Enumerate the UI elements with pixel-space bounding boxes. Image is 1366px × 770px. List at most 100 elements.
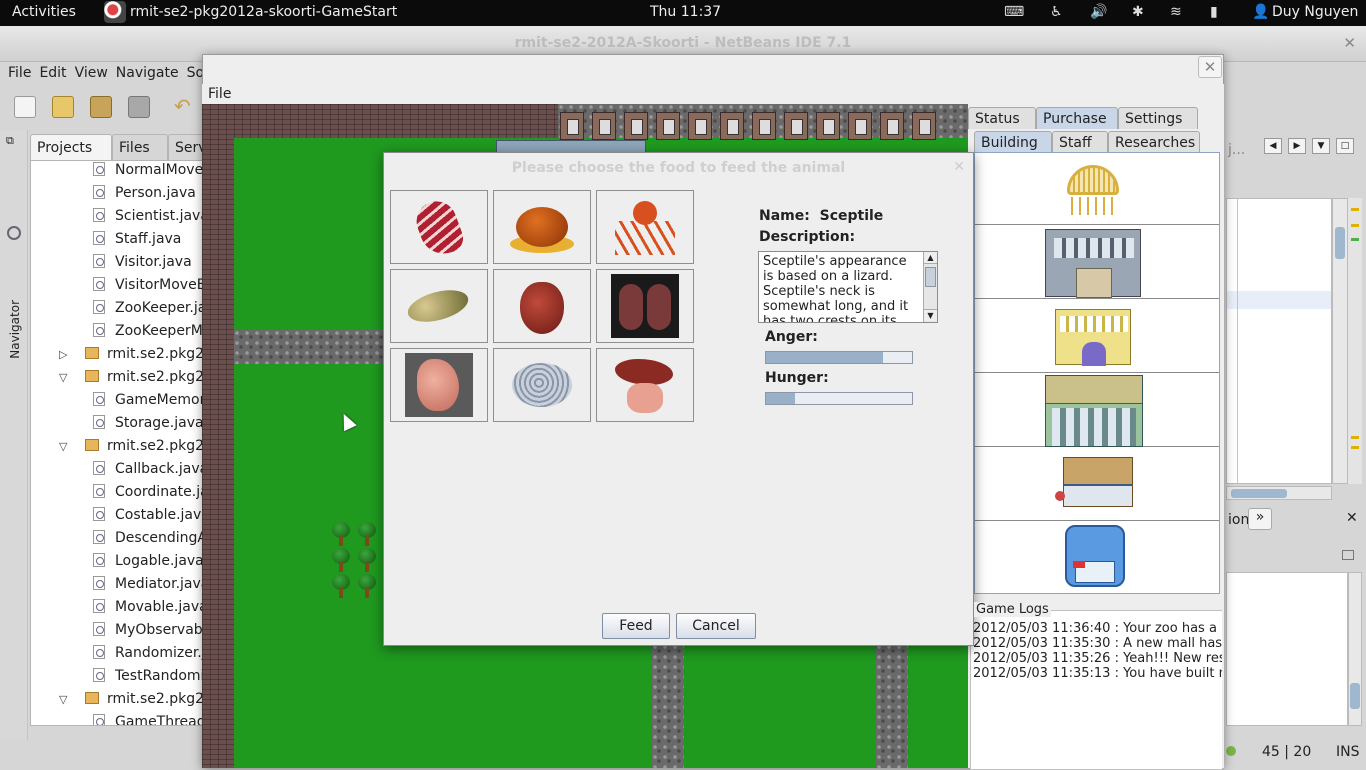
- output-scrollbar[interactable]: [1348, 572, 1362, 726]
- scroll-down-icon[interactable]: ▼: [924, 309, 937, 321]
- change-mark[interactable]: [1351, 238, 1359, 241]
- tree-item[interactable]: Logable.java: [93, 553, 204, 575]
- keyboard-icon[interactable]: ⌨: [1004, 4, 1024, 20]
- map-building[interactable]: [720, 112, 744, 140]
- subtab-researches[interactable]: Researches: [1108, 131, 1200, 153]
- tree-item[interactable]: MyObservabl: [93, 622, 205, 644]
- new-project-icon[interactable]: [52, 96, 74, 118]
- user-icon[interactable]: 👤: [1252, 4, 1269, 20]
- minimize-icon[interactable]: [1342, 550, 1354, 560]
- battery-icon[interactable]: ▮: [1210, 4, 1218, 20]
- tree-item[interactable]: Storage.java: [93, 415, 204, 437]
- editor-scrollbar[interactable]: [1332, 198, 1348, 484]
- warning-mark[interactable]: [1351, 446, 1359, 449]
- volume-icon[interactable]: 🔊: [1090, 4, 1107, 20]
- netbeans-close-icon[interactable]: ✕: [1343, 34, 1356, 52]
- subtab-building[interactable]: Building: [974, 131, 1052, 153]
- navigator-tab[interactable]: Navigator: [8, 300, 22, 359]
- tab-settings[interactable]: Settings: [1118, 107, 1198, 129]
- tree-item[interactable]: ▽ rmit.se2.pkg20: [59, 438, 205, 460]
- map-building[interactable]: [624, 112, 648, 140]
- editor-tab-fragment[interactable]: j...: [1228, 142, 1245, 158]
- scroll-up-icon[interactable]: ▲: [924, 252, 937, 264]
- tree-item[interactable]: DescendingA: [93, 530, 205, 552]
- tree-item[interactable]: NormalMoveB: [93, 162, 205, 184]
- map-building[interactable]: [592, 112, 616, 140]
- warning-mark[interactable]: [1351, 224, 1359, 227]
- food-meat[interactable]: [390, 190, 488, 264]
- building-item[interactable]: [975, 375, 1219, 447]
- status-icon[interactable]: [1226, 746, 1236, 756]
- tree-item[interactable]: Callback.java: [93, 461, 205, 483]
- tab-files[interactable]: Files: [112, 134, 168, 160]
- tree-item[interactable]: Staff.java: [93, 231, 181, 253]
- game-logs-box[interactable]: 2012/05/03 11:36:40 : Your zoo has a ne …: [970, 610, 1222, 770]
- warning-mark[interactable]: [1351, 208, 1359, 211]
- description-scrollbar[interactable]: ▲ ▼: [923, 252, 937, 322]
- menu-navigate[interactable]: Navigate: [112, 62, 183, 84]
- food-lungs[interactable]: [596, 269, 694, 343]
- accessibility-icon[interactable]: ♿: [1050, 4, 1063, 20]
- map-building[interactable]: [656, 112, 680, 140]
- more-tabs-button[interactable]: »: [1248, 508, 1272, 530]
- tree-item[interactable]: Coordinate.ja: [93, 484, 205, 506]
- tree-item[interactable]: ▽ rmit.se2.pkg20: [59, 369, 205, 391]
- restore-icon[interactable]: ⧉: [6, 134, 14, 148]
- tab-purchase[interactable]: Purchase: [1036, 107, 1118, 129]
- tree-item[interactable]: Scientist.java: [93, 208, 205, 230]
- game-menu-file[interactable]: File: [208, 86, 231, 102]
- map-building[interactable]: [816, 112, 840, 140]
- scroll-right-icon[interactable]: ▶: [1288, 138, 1306, 154]
- tree-item[interactable]: Mediator.java: [93, 576, 205, 598]
- output-close-icon[interactable]: ✕: [1346, 510, 1358, 526]
- feed-button[interactable]: Feed: [602, 613, 670, 639]
- cancel-button[interactable]: Cancel: [676, 613, 756, 639]
- tree-item[interactable]: ZooKeeper.ja: [93, 300, 205, 322]
- tree-item[interactable]: ZooKeeperM: [93, 323, 203, 345]
- expand-toggle-icon[interactable]: ▽: [59, 440, 71, 453]
- tree-item[interactable]: Randomizer.ja: [93, 645, 205, 667]
- menu-edit[interactable]: Edit: [35, 62, 70, 84]
- subtab-staff[interactable]: Staff: [1052, 131, 1108, 153]
- tree-item[interactable]: Visitor.java: [93, 254, 192, 276]
- open-project-icon[interactable]: [90, 96, 112, 118]
- map-building[interactable]: [912, 112, 936, 140]
- dialog-close-icon[interactable]: ✕: [953, 159, 965, 175]
- maximize-icon[interactable]: □: [1336, 138, 1354, 154]
- tree-item[interactable]: GameThread: [93, 714, 205, 725]
- building-item[interactable]: [975, 227, 1219, 299]
- tree-item[interactable]: VisitorMoveB: [93, 277, 205, 299]
- app-name[interactable]: rmit-se2-pkg2012a-skoorti-GameStart: [130, 4, 397, 20]
- new-file-icon[interactable]: [14, 96, 36, 118]
- menu-file[interactable]: File: [4, 62, 35, 84]
- tree-item[interactable]: ▷ rmit.se2.pkg20: [59, 346, 205, 368]
- expand-toggle-icon[interactable]: ▽: [59, 371, 71, 384]
- bluetooth-icon[interactable]: ✱: [1132, 4, 1144, 20]
- tree-item[interactable]: Person.java: [93, 185, 196, 207]
- building-item[interactable]: [975, 523, 1219, 593]
- tree-item[interactable]: TestRandomi: [93, 668, 204, 690]
- map-building[interactable]: [560, 112, 584, 140]
- tab-projects[interactable]: Projects ✕: [30, 134, 112, 171]
- building-item[interactable]: [975, 449, 1219, 521]
- scroll-left-icon[interactable]: ◀: [1264, 138, 1282, 154]
- wifi-icon[interactable]: ≋: [1170, 4, 1182, 20]
- clock[interactable]: Thu 11:37: [650, 4, 721, 20]
- food-fish[interactable]: [390, 269, 488, 343]
- food-octopus[interactable]: [596, 190, 694, 264]
- output-scroll-thumb[interactable]: [1350, 683, 1360, 709]
- tree-item[interactable]: ▽ rmit.se2.pkg20: [59, 691, 205, 713]
- food-chicken[interactable]: [493, 190, 591, 264]
- map-building[interactable]: [688, 112, 712, 140]
- h-scroll-thumb[interactable]: [1231, 489, 1287, 498]
- food-stomach[interactable]: [390, 348, 488, 422]
- food-heart[interactable]: [493, 269, 591, 343]
- activities-button[interactable]: Activities: [12, 4, 76, 20]
- map-building[interactable]: [752, 112, 776, 140]
- food-liver[interactable]: [596, 348, 694, 422]
- map-building[interactable]: [880, 112, 904, 140]
- food-brain[interactable]: [493, 348, 591, 422]
- tree-item[interactable]: Movable.java: [93, 599, 205, 621]
- warning-mark[interactable]: [1351, 436, 1359, 439]
- building-item[interactable]: [975, 153, 1219, 225]
